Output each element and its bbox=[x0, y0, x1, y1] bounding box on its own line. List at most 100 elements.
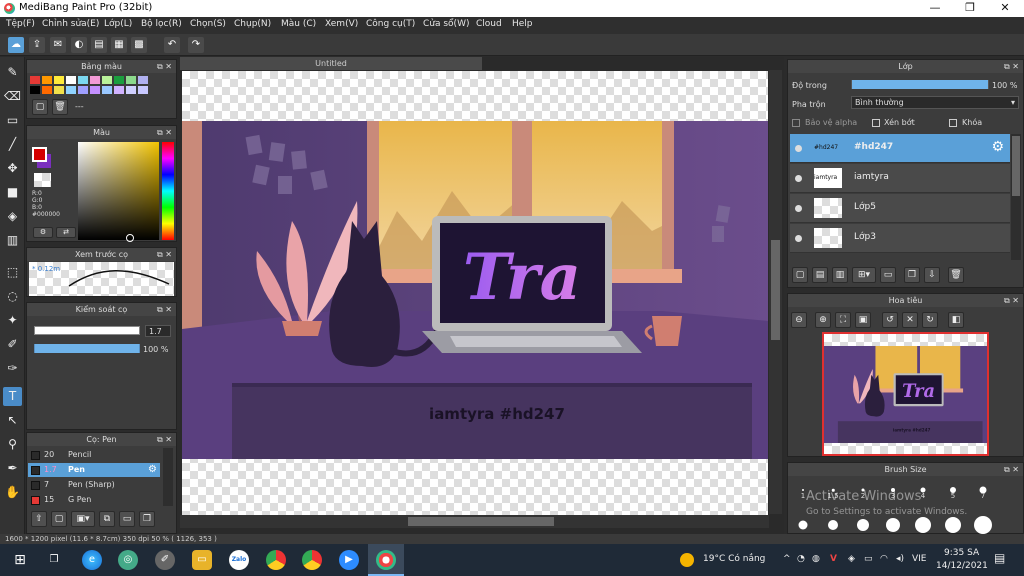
panel-buttons[interactable]: ⧉ ✕ bbox=[157, 248, 172, 261]
brush-list-scrollbar[interactable] bbox=[163, 448, 173, 506]
palette-swatch[interactable] bbox=[54, 76, 64, 84]
layer-item[interactable]: Lớp3 bbox=[790, 224, 1010, 253]
brush-size-option[interactable] bbox=[968, 515, 998, 535]
magic-wand-tool-icon[interactable]: ✦ bbox=[3, 311, 22, 330]
weather-text[interactable]: 19°C Có nắng bbox=[703, 554, 765, 564]
menu-file[interactable]: Tệp(F) bbox=[6, 19, 35, 29]
add-layer-menu-icon[interactable]: ⊞▾ bbox=[852, 267, 876, 283]
brush-size-option[interactable]: 5 bbox=[938, 477, 968, 503]
menu-color[interactable]: Màu (C) bbox=[281, 19, 316, 29]
grid-icon[interactable]: ▦ bbox=[111, 37, 127, 53]
color-picker-cursor[interactable] bbox=[126, 234, 134, 242]
brush-new-icon[interactable]: ▢ bbox=[51, 511, 67, 527]
fit-icon[interactable]: ⛶ bbox=[835, 312, 851, 328]
merge-layer-icon[interactable]: ⇩ bbox=[924, 267, 940, 283]
text-tool-icon[interactable]: T bbox=[3, 387, 22, 406]
new-layer-icon[interactable]: ▢ bbox=[792, 267, 808, 283]
brush-size-option[interactable] bbox=[848, 515, 878, 535]
clock-time[interactable]: 9:35 SA bbox=[944, 548, 979, 558]
palette-swatch[interactable] bbox=[30, 86, 40, 94]
menu-filter[interactable]: Bộ lọc(R) bbox=[141, 19, 182, 29]
chrome-icon[interactable] bbox=[302, 550, 322, 570]
palette-swatch[interactable] bbox=[138, 86, 148, 94]
palette-swatch[interactable] bbox=[126, 76, 136, 84]
brush-size-value[interactable]: 1.7 bbox=[145, 325, 171, 337]
visibility-icon[interactable] bbox=[795, 175, 802, 182]
palette-delete-icon[interactable]: 🗑 bbox=[52, 99, 68, 115]
eyedropper-tool-icon[interactable]: ⚲ bbox=[3, 435, 22, 454]
zoom-icon[interactable]: ▶ bbox=[339, 550, 359, 570]
line-tool-icon[interactable]: ╱ bbox=[3, 135, 22, 154]
layer-scroll-thumb[interactable] bbox=[1012, 136, 1020, 196]
brush-size-option[interactable] bbox=[818, 515, 848, 535]
upload-icon[interactable]: ⇪ bbox=[29, 37, 45, 53]
file-explorer-icon[interactable]: ▭ bbox=[192, 550, 212, 570]
gradient-tool-icon[interactable]: ▥ bbox=[3, 231, 22, 250]
menu-capture[interactable]: Chụp(N) bbox=[234, 19, 271, 29]
select-eraser-tool-icon[interactable]: ✑ bbox=[3, 359, 22, 378]
brush-duplicate-icon[interactable]: ❐ bbox=[139, 511, 155, 527]
drawing-canvas[interactable]: Tra iamtyra #hd247 bbox=[182, 121, 768, 459]
windows-start-icon[interactable]: ⊞ bbox=[10, 550, 30, 570]
app-icon[interactable]: ◎ bbox=[118, 550, 138, 570]
layer-opacity-slider[interactable] bbox=[851, 80, 989, 89]
new-8bit-layer-icon[interactable]: ▥ bbox=[832, 267, 848, 283]
panel-buttons[interactable]: ⧉ ✕ bbox=[157, 303, 172, 316]
visibility-icon[interactable] bbox=[795, 235, 802, 242]
tray-app-icon[interactable]: ◍ bbox=[812, 554, 820, 564]
menu-tools[interactable]: Công cụ(T) bbox=[366, 19, 415, 29]
vertical-scroll-thumb[interactable] bbox=[771, 240, 780, 340]
palette-swatch[interactable] bbox=[138, 76, 148, 84]
chevron-up-icon[interactable]: ^ bbox=[783, 554, 791, 564]
minimize-button[interactable]: — bbox=[918, 0, 952, 17]
canvas-horizontal-scrollbar[interactable] bbox=[180, 515, 769, 528]
layer-settings-gear-icon[interactable]: ⚙ bbox=[991, 139, 1004, 155]
panel-buttons[interactable]: ⧉ ✕ bbox=[157, 126, 172, 139]
horizontal-scroll-thumb[interactable] bbox=[408, 517, 554, 526]
layer-folder-icon[interactable]: ▭ bbox=[880, 267, 896, 283]
transparent-swatch[interactable] bbox=[34, 173, 51, 187]
navigator-preview[interactable]: Tra iamtyra #hd247 bbox=[822, 332, 989, 456]
new-halftone-layer-icon[interactable]: ▤ bbox=[812, 267, 828, 283]
palette-swatch[interactable] bbox=[54, 86, 64, 94]
panel-buttons[interactable]: ⧉ ✕ bbox=[1004, 60, 1019, 73]
close-button[interactable]: ✕ bbox=[988, 0, 1022, 17]
lock-checkbox[interactable] bbox=[949, 119, 957, 127]
brush-size-option[interactable] bbox=[938, 515, 968, 535]
palette-new-icon[interactable]: ▢ bbox=[32, 99, 48, 115]
hand-tool-icon[interactable]: ✋ bbox=[3, 483, 22, 502]
menu-select[interactable]: Chọn(S) bbox=[190, 19, 226, 29]
palette-swatch[interactable] bbox=[102, 76, 112, 84]
move-tool-icon[interactable]: ✥ bbox=[3, 159, 22, 178]
menu-window[interactable]: Cửa sổ(W) bbox=[423, 19, 469, 29]
volume-icon[interactable]: ◂) bbox=[896, 554, 904, 564]
protect-alpha-checkbox[interactable] bbox=[792, 119, 800, 127]
layer-item-selected[interactable]: #hd247 #hd247 ⚙ bbox=[790, 134, 1010, 163]
panel-buttons[interactable]: ⧉ ✕ bbox=[1004, 294, 1019, 307]
visibility-icon[interactable] bbox=[795, 145, 802, 152]
comment-icon[interactable]: ✉ bbox=[50, 37, 66, 53]
brush-item-selected[interactable]: 1.7 Pen ⚙ bbox=[28, 463, 160, 477]
brush-item[interactable]: 15 G Pen bbox=[28, 493, 160, 507]
select-pen-tool-icon[interactable]: ✐ bbox=[3, 335, 22, 354]
chrome-icon[interactable] bbox=[266, 550, 286, 570]
brush-size-option[interactable] bbox=[788, 515, 818, 535]
panel-buttons[interactable]: ⧉ ✕ bbox=[157, 60, 172, 73]
palette-swatch[interactable] bbox=[66, 86, 76, 94]
brush-settings-gear-icon[interactable]: ⚙ bbox=[148, 464, 157, 475]
brush-size-option[interactable] bbox=[878, 515, 908, 535]
duplicate-layer-icon[interactable]: ❐ bbox=[904, 267, 920, 283]
saturation-value-picker[interactable] bbox=[78, 142, 159, 240]
menu-layer[interactable]: Lớp(L) bbox=[104, 19, 132, 29]
palette-swatch[interactable] bbox=[30, 76, 40, 84]
zalo-icon[interactable]: Zalo bbox=[229, 550, 249, 570]
color-swap-button[interactable]: ⇄ bbox=[56, 227, 76, 238]
rotate-right-icon[interactable]: ↻ bbox=[922, 312, 938, 328]
tray-v-icon[interactable]: V bbox=[830, 554, 837, 564]
document-tab[interactable]: Untitled bbox=[180, 57, 482, 70]
panel-buttons[interactable]: ⧉ ✕ bbox=[157, 433, 172, 446]
palette-swatch[interactable] bbox=[78, 86, 88, 94]
select-rect-tool-icon[interactable]: ⬚ bbox=[3, 263, 22, 282]
color-mode-button[interactable]: ⚙ bbox=[33, 227, 53, 238]
palette-swatch[interactable] bbox=[102, 86, 112, 94]
